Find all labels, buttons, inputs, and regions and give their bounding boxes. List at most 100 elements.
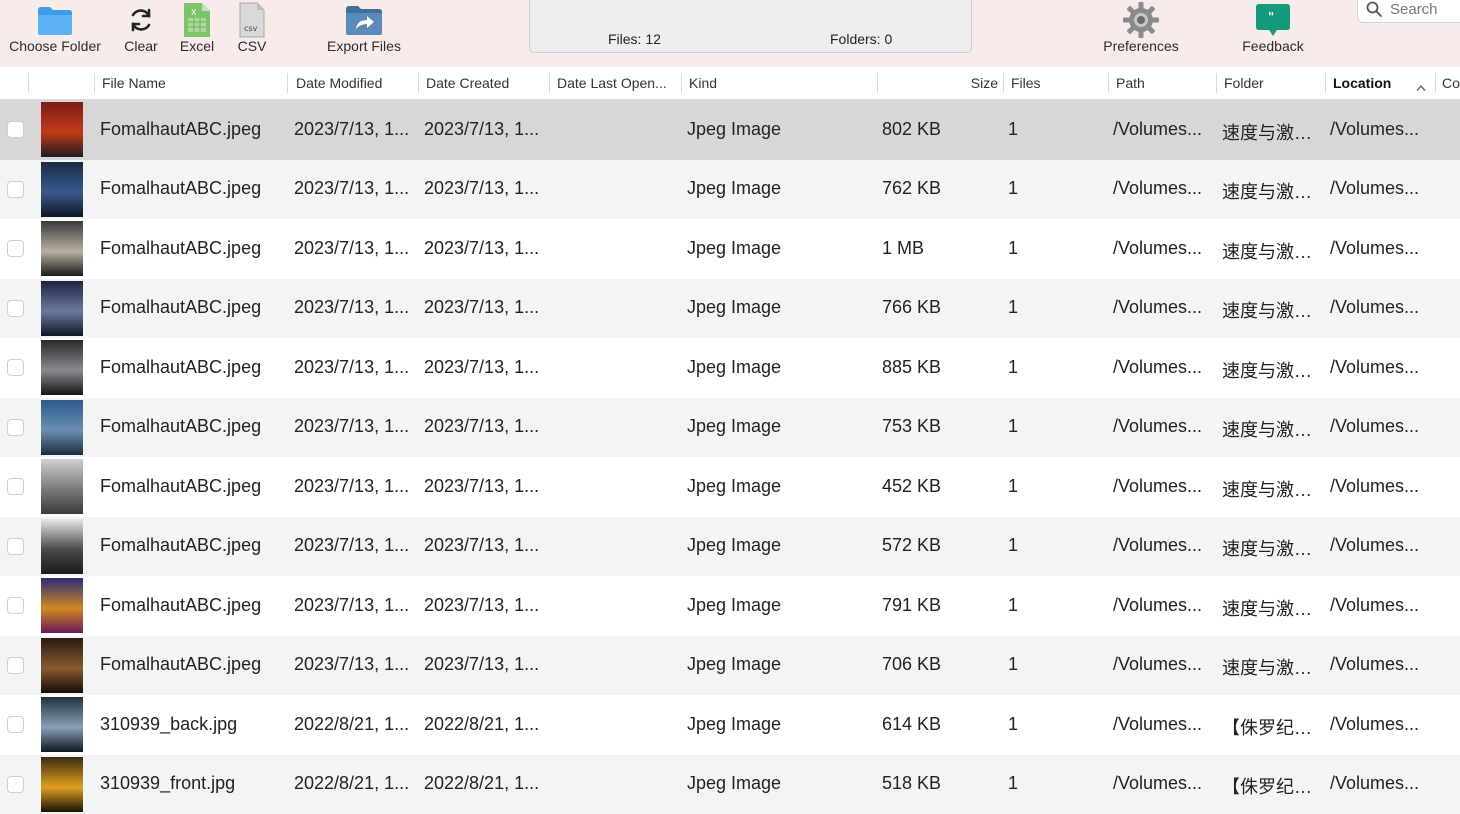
- row-checkbox[interactable]: [7, 657, 24, 674]
- table-row[interactable]: FomalhautABC.jpeg2023/7/13, 1...2023/7/1…: [0, 517, 1460, 577]
- column-separator: [1003, 73, 1004, 93]
- column-separator: [94, 73, 95, 93]
- path-cell: /Volumes...: [1113, 714, 1213, 735]
- export-files-button[interactable]: Export Files: [318, 0, 410, 67]
- table-row[interactable]: FomalhautABC.jpeg2023/7/13, 1...2023/7/1…: [0, 279, 1460, 339]
- table-row[interactable]: FomalhautABC.jpeg2023/7/13, 1...2023/7/1…: [0, 338, 1460, 398]
- files-count-cell: 1: [1008, 773, 1098, 794]
- folder-cell: 速度与激…: [1222, 178, 1322, 204]
- date-modified-cell: 2023/7/13, 1...: [294, 654, 414, 675]
- search-input[interactable]: [1390, 1, 1460, 18]
- table-row[interactable]: FomalhautABC.jpeg2023/7/13, 1...2023/7/1…: [0, 457, 1460, 517]
- path-cell: /Volumes...: [1113, 119, 1213, 140]
- folder-cell: 速度与激…: [1222, 416, 1322, 442]
- column-separator: [1216, 73, 1217, 93]
- refresh-icon: [127, 0, 155, 40]
- column-header-folder[interactable]: Folder: [1224, 67, 1319, 99]
- location-cell: /Volumes...: [1330, 357, 1430, 378]
- table-row[interactable]: 310939_front.jpg2022/8/21, 1...2022/8/21…: [0, 755, 1460, 814]
- column-header-date-created[interactable]: Date Created: [426, 67, 544, 99]
- files-count-cell: 1: [1008, 297, 1098, 318]
- size-cell: 706 KB: [882, 654, 997, 675]
- search-icon: [1366, 1, 1382, 22]
- folder-cell: 速度与激…: [1222, 654, 1322, 680]
- location-cell: /Volumes...: [1330, 773, 1430, 794]
- feedback-button[interactable]: " Feedback: [1236, 0, 1310, 67]
- csv-icon-text: csv: [244, 24, 258, 33]
- table-row[interactable]: FomalhautABC.jpeg2023/7/13, 1...2023/7/1…: [0, 160, 1460, 220]
- date-modified-cell: 2022/8/21, 1...: [294, 773, 414, 794]
- kind-cell: Jpeg Image: [687, 119, 872, 140]
- folder-cell: 速度与激…: [1222, 595, 1322, 621]
- row-checkbox[interactable]: [7, 478, 24, 495]
- size-cell: 753 KB: [882, 416, 997, 437]
- column-header-date-last-opened[interactable]: Date Last Open...: [557, 67, 675, 99]
- column-separator: [28, 73, 29, 93]
- path-cell: /Volumes...: [1113, 238, 1213, 259]
- kind-cell: Jpeg Image: [687, 178, 872, 199]
- column-header-file-name[interactable]: File Name: [102, 67, 282, 99]
- kind-cell: Jpeg Image: [687, 595, 872, 616]
- search-field[interactable]: [1357, 0, 1460, 23]
- file-thumbnail: [41, 697, 83, 752]
- size-cell: 762 KB: [882, 178, 997, 199]
- date-created-cell: 2022/8/21, 1...: [424, 714, 546, 735]
- row-checkbox[interactable]: [7, 538, 24, 555]
- table-row[interactable]: 310939_back.jpg2022/8/21, 1...2022/8/21,…: [0, 695, 1460, 755]
- column-separator: [1435, 73, 1436, 93]
- column-header-files[interactable]: Files: [1011, 67, 1101, 99]
- path-cell: /Volumes...: [1113, 178, 1213, 199]
- table-row[interactable]: FomalhautABC.jpeg2023/7/13, 1...2023/7/1…: [0, 398, 1460, 458]
- table-header: File Name Date Modified Date Created Dat…: [0, 67, 1460, 100]
- table-row[interactable]: FomalhautABC.jpeg2023/7/13, 1...2023/7/1…: [0, 576, 1460, 636]
- file-name-cell: FomalhautABC.jpeg: [100, 119, 285, 140]
- column-header-size[interactable]: Size: [880, 67, 998, 99]
- column-header-date-modified[interactable]: Date Modified: [296, 67, 414, 99]
- row-checkbox[interactable]: [7, 121, 24, 138]
- folder-cell: 速度与激…: [1222, 476, 1322, 502]
- clear-button[interactable]: Clear: [117, 0, 165, 67]
- row-checkbox[interactable]: [7, 240, 24, 257]
- preferences-button[interactable]: Preferences: [1098, 0, 1184, 67]
- date-created-cell: 2023/7/13, 1...: [424, 357, 546, 378]
- row-checkbox[interactable]: [7, 181, 24, 198]
- table-row[interactable]: FomalhautABC.jpeg2023/7/13, 1...2023/7/1…: [0, 100, 1460, 160]
- column-separator: [549, 73, 550, 93]
- table-row[interactable]: FomalhautABC.jpeg2023/7/13, 1...2023/7/1…: [0, 636, 1460, 696]
- clear-label: Clear: [124, 38, 157, 54]
- column-separator: [1108, 73, 1109, 93]
- row-checkbox[interactable]: [7, 300, 24, 317]
- column-separator: [1325, 73, 1326, 93]
- kind-cell: Jpeg Image: [687, 476, 872, 497]
- path-cell: /Volumes...: [1113, 416, 1213, 437]
- row-checkbox[interactable]: [7, 419, 24, 436]
- file-name-cell: FomalhautABC.jpeg: [100, 476, 285, 497]
- files-count-cell: 1: [1008, 119, 1098, 140]
- table-row[interactable]: FomalhautABC.jpeg2023/7/13, 1...2023/7/1…: [0, 219, 1460, 279]
- size-cell: 572 KB: [882, 535, 997, 556]
- location-cell: /Volumes...: [1330, 535, 1430, 556]
- row-checkbox[interactable]: [7, 597, 24, 614]
- files-count-cell: 1: [1008, 714, 1098, 735]
- file-name-cell: FomalhautABC.jpeg: [100, 357, 285, 378]
- folder-cell: 速度与激…: [1222, 238, 1322, 264]
- date-modified-cell: 2023/7/13, 1...: [294, 535, 414, 556]
- column-header-kind[interactable]: Kind: [689, 67, 869, 99]
- excel-button[interactable]: X Excel: [175, 0, 219, 67]
- column-header-location[interactable]: Location: [1333, 67, 1413, 99]
- row-checkbox[interactable]: [7, 359, 24, 376]
- column-header-path[interactable]: Path: [1116, 67, 1211, 99]
- csv-button[interactable]: csv CSV: [229, 0, 275, 67]
- location-cell: /Volumes...: [1330, 595, 1430, 616]
- column-header-comments[interactable]: Co: [1442, 67, 1460, 99]
- kind-cell: Jpeg Image: [687, 238, 872, 259]
- row-checkbox[interactable]: [7, 716, 24, 733]
- date-created-cell: 2023/7/13, 1...: [424, 476, 546, 497]
- row-checkbox[interactable]: [7, 776, 24, 793]
- sort-ascending-icon[interactable]: [1416, 79, 1426, 97]
- choose-folder-button[interactable]: Choose Folder: [4, 0, 106, 67]
- files-count-cell: 1: [1008, 357, 1098, 378]
- kind-cell: Jpeg Image: [687, 416, 872, 437]
- excel-label: Excel: [180, 38, 214, 54]
- date-created-cell: 2023/7/13, 1...: [424, 654, 546, 675]
